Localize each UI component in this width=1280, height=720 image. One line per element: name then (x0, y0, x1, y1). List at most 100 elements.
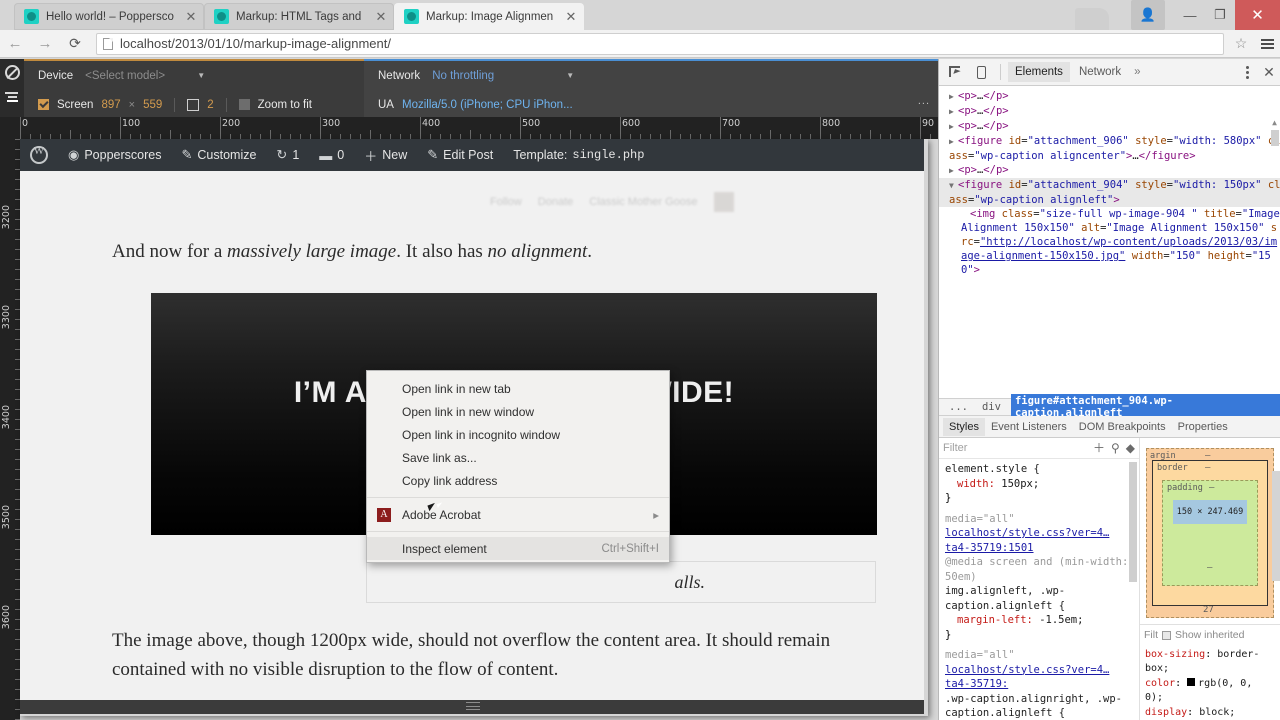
disclosure-triangle-icon[interactable]: ▶ (949, 135, 958, 149)
scrollbar-thumb[interactable] (1129, 462, 1137, 582)
dom-tree-line[interactable]: ▶ <p>…</p> (939, 163, 1280, 178)
disclosure-triangle-icon[interactable]: ▶ (949, 164, 958, 178)
breadcrumb-item-div[interactable]: div (978, 400, 1005, 414)
bookmark-star-icon[interactable]: ☆ (1228, 35, 1254, 52)
devtools-close-icon[interactable]: ✕ (1258, 64, 1280, 81)
styles-pane[interactable]: Filter ＋ ⚲ ◆ element.style {width: 150px… (939, 438, 1139, 720)
screen-width-input[interactable]: 897 (101, 99, 120, 111)
disclosure-triangle-icon[interactable]: ▼ (949, 179, 958, 193)
context-menu[interactable]: Open link in new tab Open link in new wi… (366, 370, 670, 563)
no-entry-icon[interactable] (4, 65, 20, 80)
plus-icon[interactable]: ＋ (1093, 441, 1105, 456)
menu-item-save-link-as[interactable]: Save link as... (367, 446, 669, 469)
maximize-button[interactable]: ❐ (1205, 0, 1235, 30)
css-selector[interactable]: .wp-caption.alignright, .wp-caption.alig… (945, 692, 1133, 720)
more-tabs-icon[interactable]: » (1130, 66, 1144, 78)
scrollbar-thumb[interactable] (1272, 471, 1280, 581)
disclosure-triangle-icon[interactable]: ▶ (949, 90, 958, 104)
new-tab-button[interactable] (1075, 8, 1109, 30)
box-model-scrollbar[interactable] (1272, 441, 1280, 621)
dom-tree-line[interactable]: ▼ <figure id="attachment_904" style="widt… (939, 178, 1280, 207)
screen-height-input[interactable]: 559 (143, 99, 162, 111)
browser-menu-icon[interactable] (1254, 38, 1280, 49)
browser-tab-1[interactable]: Hello world! – Poppersco ✕ (14, 3, 204, 30)
device-model-select[interactable]: <Select model> ▼ (81, 69, 209, 83)
css-source-link[interactable]: localhost/style.css?ver=4…ta4-35719:1501 (945, 527, 1109, 554)
css-selector[interactable]: element.style { (945, 462, 1133, 477)
inspect-element-icon[interactable] (943, 60, 967, 84)
forward-icon[interactable]: → (30, 35, 60, 52)
computed-styles-pane[interactable]: Filt Show inherited box-sizing: border-b… (1139, 624, 1280, 720)
menu-item-adobe-acrobat[interactable]: A Adobe Acrobat ▸ (367, 503, 669, 526)
menu-item-open-new-window[interactable]: Open link in new window (367, 400, 669, 423)
site-name-button[interactable]: ◉ Popperscores (58, 139, 171, 171)
close-icon[interactable]: ✕ (184, 10, 198, 24)
styles-filter-input[interactable]: Filter (943, 441, 967, 456)
reload-icon[interactable]: ⟳ (60, 35, 90, 52)
viewport-resize-handle[interactable] (466, 702, 480, 710)
dom-tree-line[interactable]: ▶ <p>…</p> (939, 89, 1280, 104)
window-close-button[interactable]: ✕ (1235, 0, 1280, 30)
close-icon[interactable]: ✕ (374, 10, 388, 24)
user-avatar-icon[interactable]: 👤 (1131, 0, 1165, 30)
css-declaration[interactable]: margin-left: -1.5em; (945, 613, 1133, 628)
tab-event-listeners[interactable]: Event Listeners (985, 418, 1073, 436)
tab-elements[interactable]: Elements (1008, 62, 1070, 82)
address-bar[interactable]: localhost/2013/01/10/markup-image-alignm… (96, 32, 1224, 55)
dom-tree-line[interactable]: <img class="size-full wp-image-904 " tit… (939, 207, 1280, 277)
network-throttle-select[interactable]: No throttling ▼ (428, 69, 578, 83)
css-rule[interactable]: media="all" localhost/style.css?ver=4…ta… (939, 645, 1139, 720)
new-content-button[interactable]: ＋ New (354, 139, 417, 171)
customize-button[interactable]: ✎ Customize (171, 139, 266, 171)
tab-styles[interactable]: Styles (943, 417, 985, 436)
minimize-button[interactable]: — (1175, 0, 1205, 30)
zoom-to-fit-checkbox[interactable] (238, 99, 250, 110)
wp-logo-button[interactable] (20, 139, 58, 171)
css-rule[interactable]: element.style {width: 150px;} (939, 459, 1139, 509)
styles-scrollbar[interactable] (1129, 462, 1137, 720)
tab-network[interactable]: Network (1072, 62, 1128, 82)
device-pixel-ratio-input[interactable]: 2 (207, 99, 213, 111)
menu-item-copy-link-address[interactable]: Copy link address (367, 469, 669, 492)
comments-button[interactable]: ▬ 0 (309, 139, 354, 171)
menu-item-open-incognito[interactable]: Open link in incognito window (367, 423, 669, 446)
breadcrumb-item-ellipsis[interactable]: ... (945, 400, 972, 414)
dom-tree-line[interactable]: ▶ <figure id="attachment_906" style="widt… (939, 134, 1280, 163)
computed-filter-input[interactable]: Filt (1144, 628, 1158, 643)
kebab-icon[interactable] (1238, 65, 1256, 79)
css-declaration[interactable]: width: 150px; (945, 477, 1133, 492)
menu-item-inspect-element[interactable]: Inspect element Ctrl+Shift+I (367, 537, 669, 560)
disclosure-triangle-icon[interactable]: ▶ (949, 105, 958, 119)
edit-post-button[interactable]: ✎ Edit Post (417, 139, 503, 171)
scroll-up-icon[interactable]: ▲ (1270, 116, 1279, 130)
pin-icon[interactable]: ⚲ (1111, 441, 1120, 456)
revisions-button[interactable]: ↻ 1 (266, 139, 309, 171)
tab-properties[interactable]: Properties (1172, 418, 1234, 436)
dom-tree-line[interactable]: ▶ <p>…</p> (939, 104, 1280, 119)
menu-item-open-new-tab[interactable]: Open link in new tab (367, 377, 669, 400)
tab-dom-breakpoints[interactable]: DOM Breakpoints (1073, 418, 1172, 436)
device-rotate-icon[interactable] (187, 98, 200, 111)
back-icon[interactable]: ← (0, 35, 30, 52)
css-rule[interactable]: media="all" localhost/style.css?ver=4…ta… (939, 509, 1139, 646)
dom-tree-line[interactable]: ▶ <p>…</p> (939, 119, 1280, 134)
dom-tree[interactable]: ▶ <p>…</p> ▶ <p>…</p> ▶ <p>…</p> ▶ <figure id="… (939, 86, 1280, 398)
throttling-icon[interactable] (4, 92, 20, 103)
screen-checkbox[interactable] (38, 99, 49, 110)
css-source-link[interactable]: localhost/style.css?ver=4…ta4-35719: (945, 664, 1109, 691)
browser-tab-2[interactable]: Markup: HTML Tags and ✕ (204, 3, 394, 30)
device-toolbar-icon[interactable] (969, 60, 993, 84)
box-model-diagram[interactable]: argin – 27 border – padding – – 150 × 24… (1139, 438, 1280, 624)
scrollbar-thumb[interactable] (1271, 130, 1279, 146)
show-inherited-checkbox[interactable] (1162, 630, 1171, 640)
disclosure-triangle-icon[interactable]: ▶ (949, 120, 958, 134)
user-agent-value[interactable]: Mozilla/5.0 (iPhone; CPU iPhon... (402, 99, 573, 111)
css-selector[interactable]: img.alignleft, .wp-caption.alignleft { (945, 584, 1133, 613)
network-label: Network (378, 69, 421, 82)
diamond-icon[interactable]: ◆ (1126, 441, 1135, 456)
dom-tree-scrollbar[interactable]: ▲ (1270, 116, 1279, 398)
browser-tab-3[interactable]: Markup: Image Alignmen ✕ (394, 3, 584, 30)
overflow-ellipsis[interactable]: ... (918, 95, 930, 107)
close-icon[interactable]: ✕ (564, 10, 578, 24)
page-info-icon[interactable] (103, 37, 113, 50)
